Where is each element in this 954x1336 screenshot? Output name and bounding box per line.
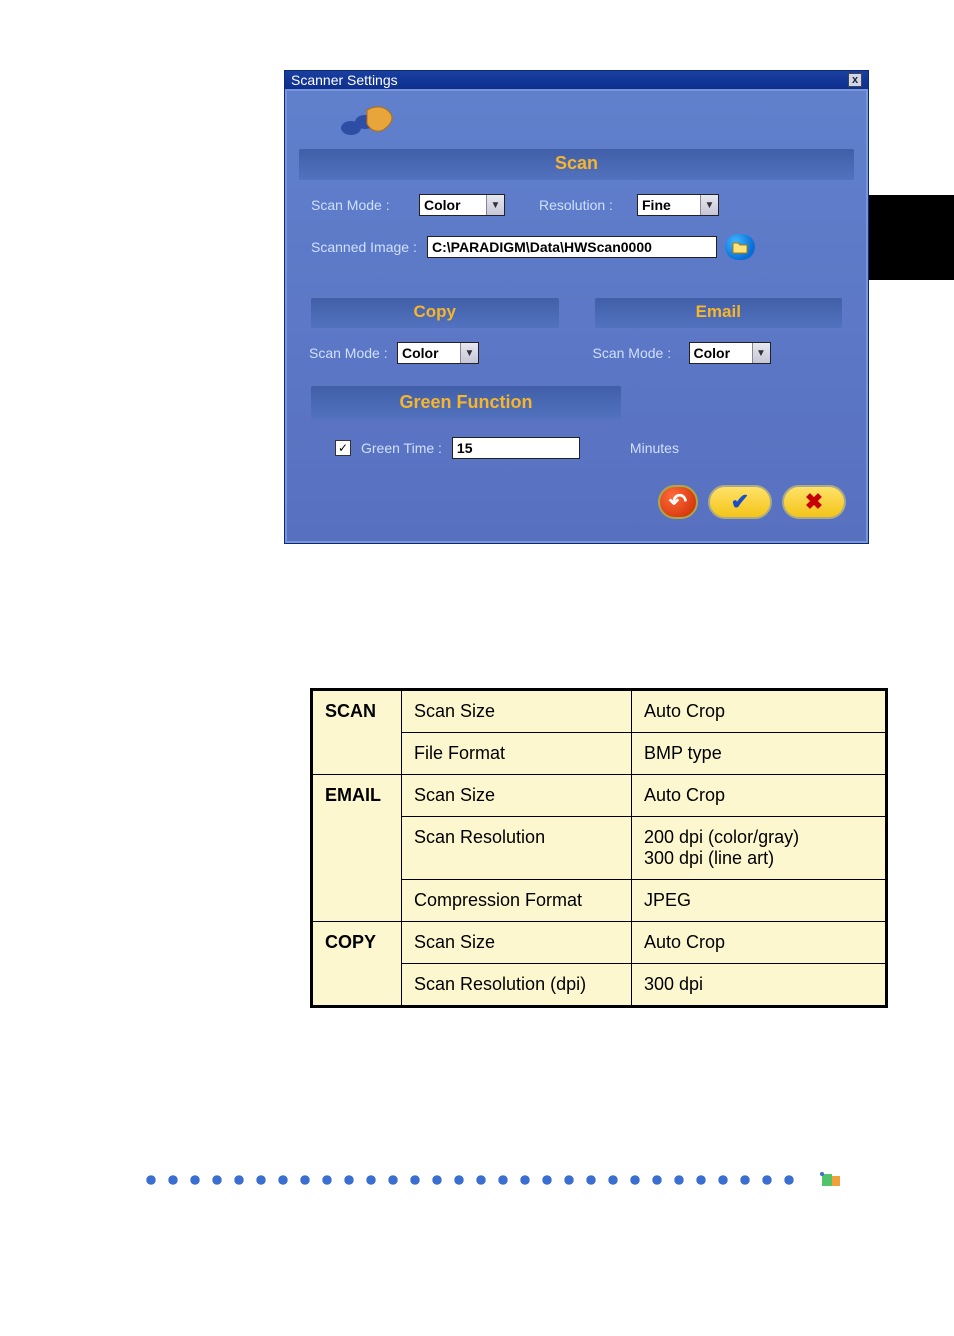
spec-key-cell: Scan Resolution (dpi) [402,964,632,1007]
green-time-unit: Minutes [630,440,679,456]
dropdown-arrow-icon: ▼ [486,195,504,215]
scan-mode-label: Scan Mode : [311,197,411,213]
green-time-label: Green Time : [361,440,442,456]
copy-mode-label: Scan Mode : [309,345,389,361]
dropdown-arrow-icon: ▼ [700,195,718,215]
folder-icon [732,240,748,254]
dropdown-arrow-icon: ▼ [752,343,770,363]
green-function-header: Green Function [311,386,621,419]
close-icon[interactable]: x [848,73,862,87]
ok-button[interactable]: ✔ [708,485,772,519]
spec-value-cell: BMP type [632,733,887,775]
email-section-header: Email [595,298,843,328]
scanner-settings-dialog: Scanner Settings x Scan S [284,70,869,544]
green-time-input[interactable]: 15 [452,437,580,459]
browse-folder-button[interactable] [725,234,755,260]
dropdown-arrow-icon: ▼ [460,343,478,363]
spec-key-cell: Compression Format [402,880,632,922]
scan-section-header: Scan [299,149,854,180]
spec-category-cell: SCAN [312,690,402,775]
spec-value-cell: Auto Crop [632,775,887,817]
copy-mode-value: Color [398,345,460,361]
spec-key-cell: Scan Size [402,775,632,817]
green-time-value: 15 [457,440,473,456]
resolution-value: Fine [638,197,700,213]
dialog-titlebar: Scanner Settings x [285,71,868,89]
resolution-label: Resolution : [539,197,629,213]
spec-key-cell: Scan Size [402,922,632,964]
spec-key-cell: File Format [402,733,632,775]
spec-value-cell: Auto Crop [632,922,887,964]
spec-key-cell: Scan Resolution [402,817,632,880]
spec-table: SCANScan SizeAuto CropFile FormatBMP typ… [310,688,888,1008]
spec-category-cell: EMAIL [312,775,402,922]
x-icon: ✖ [805,489,823,515]
spec-value-cell: Auto Crop [632,690,887,733]
check-icon: ✔ [731,489,749,515]
email-mode-label: Scan Mode : [593,345,681,361]
scanned-image-path-input[interactable]: C:\PARADIGM\Data\HWScan0000 [427,236,717,258]
table-row: COPYScan SizeAuto Crop [312,922,887,964]
copy-section-header: Copy [311,298,559,328]
dialog-title: Scanner Settings [291,72,398,88]
spec-key-cell: Scan Size [402,690,632,733]
email-mode-select[interactable]: Color ▼ [689,342,771,364]
copy-mode-select[interactable]: Color ▼ [397,342,479,364]
scanned-image-path-value: C:\PARADIGM\Data\HWScan0000 [432,239,652,255]
spec-value-cell: 200 dpi (color/gray) 300 dpi (line art) [632,817,887,880]
table-row: EMAILScan SizeAuto Crop [312,775,887,817]
footer-dots [140,1170,844,1190]
undo-icon: ↶ [669,489,687,515]
spec-value-cell: 300 dpi [632,964,887,1007]
scan-mode-value: Color [420,197,486,213]
scanned-image-label: Scanned Image : [311,239,419,255]
scan-mode-select[interactable]: Color ▼ [419,194,505,216]
green-time-checkbox[interactable]: ✓ [335,440,351,456]
footer-logo-icon [818,1170,844,1190]
undo-button[interactable]: ↶ [658,485,698,519]
spec-category-cell: COPY [312,922,402,1007]
spec-value-cell: JPEG [632,880,887,922]
email-mode-value: Color [690,345,752,361]
cancel-button[interactable]: ✖ [782,485,846,519]
table-row: SCANScan SizeAuto Crop [312,690,887,733]
scanner-hand-icon [337,100,397,140]
resolution-select[interactable]: Fine ▼ [637,194,719,216]
